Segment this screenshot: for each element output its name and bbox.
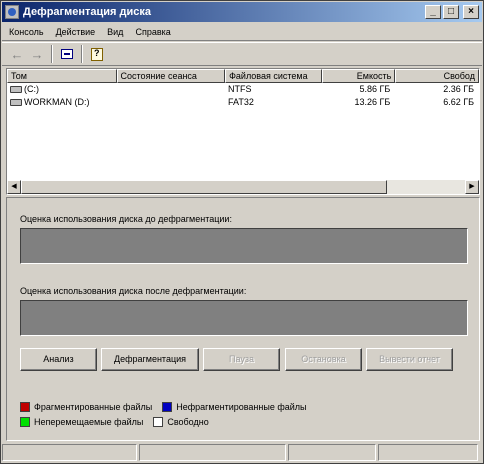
column-free[interactable]: Свобод — [395, 69, 479, 83]
scroll-track[interactable] — [21, 180, 465, 194]
back-arrow-icon[interactable]: ← — [7, 44, 27, 64]
analysis-panel: Оценка использования диска до дефрагмент… — [6, 197, 480, 441]
toolbar-separator — [51, 45, 53, 63]
after-defrag-display — [20, 300, 468, 336]
volume-cell: WORKMAN (D:) — [7, 96, 117, 109]
properties-icon — [91, 47, 103, 61]
fs-cell: FAT32 — [228, 97, 254, 107]
window-title: Дефрагментация диска — [23, 6, 152, 18]
fs-cell: NTFS — [228, 84, 252, 94]
legend-unmovable: Неперемещаемые файлы — [34, 417, 144, 427]
list-item[interactable]: WORKMAN (D:) FAT32 13.26 ГБ 6.62 ГБ — [7, 96, 479, 109]
status-panel — [288, 444, 376, 461]
console-tree-icon — [61, 49, 73, 59]
maximize-button[interactable]: □ — [443, 5, 459, 19]
menu-console[interactable]: Консоль — [2, 27, 50, 37]
scroll-right-icon[interactable]: ▶ — [465, 180, 479, 194]
status-cell — [117, 83, 226, 96]
after-defrag-label: Оценка использования диска после дефрагм… — [20, 286, 247, 296]
menu-bar: Консоль Действие Вид Справка — [2, 23, 482, 41]
defrag-app-icon — [5, 5, 19, 19]
hard-drive-icon — [10, 86, 22, 93]
menu-help[interactable]: Справка — [129, 27, 176, 37]
volume-name: WORKMAN (D:) — [24, 97, 90, 107]
capacity-cell: 5.86 ГБ — [359, 84, 391, 94]
free-cell: 6.62 ГБ — [443, 97, 474, 107]
legend-fragmented: Фрагментированные файлы — [34, 402, 153, 412]
column-volume[interactable]: Том — [7, 69, 117, 83]
free-space-swatch — [153, 417, 164, 427]
legend-row: Неперемещаемые файлы Свободно — [20, 417, 209, 427]
legend-row: Фрагментированные файлы Нефрагментирован… — [20, 402, 307, 412]
analyze-button[interactable]: Анализ — [20, 348, 97, 371]
toolbar-separator — [81, 45, 83, 63]
show-hide-tree-button[interactable] — [57, 44, 77, 64]
hard-drive-icon — [10, 99, 22, 106]
stop-button[interactable]: Остановка — [285, 348, 362, 371]
list-item[interactable]: (C:) NTFS 5.86 ГБ 2.36 ГБ — [7, 83, 479, 96]
close-button[interactable]: × — [463, 5, 479, 19]
status-panel — [378, 444, 478, 461]
title-bar[interactable]: Дефрагментация диска _ □ × — [2, 2, 482, 22]
menu-action[interactable]: Действие — [50, 27, 102, 37]
contiguous-swatch — [162, 402, 173, 412]
horizontal-scrollbar[interactable]: ◀ ▶ — [7, 180, 479, 194]
volume-name: (C:) — [24, 84, 39, 94]
volume-cell: (C:) — [7, 83, 117, 96]
unmovable-swatch — [20, 417, 30, 427]
status-panel — [139, 444, 286, 461]
before-defrag-display — [20, 228, 468, 264]
status-bar — [2, 444, 482, 463]
status-cell — [117, 96, 226, 109]
defrag-window: Дефрагментация диска _ □ × Консоль Дейст… — [0, 0, 484, 464]
volume-list[interactable]: Том Состояние сеанса Файловая система Ем… — [6, 68, 480, 195]
scroll-left-icon[interactable]: ◀ — [7, 180, 21, 194]
menu-view[interactable]: Вид — [101, 27, 129, 37]
column-session-status[interactable]: Состояние сеанса — [116, 69, 226, 83]
column-capacity[interactable]: Емкость — [321, 69, 396, 83]
legend-free: Свободно — [167, 417, 209, 427]
fragmented-swatch — [20, 402, 30, 412]
before-defrag-label: Оценка использования диска до дефрагмент… — [20, 214, 232, 224]
status-panel — [2, 444, 137, 461]
pause-button[interactable]: Пауза — [203, 348, 280, 371]
view-report-button[interactable]: Вывести отчет — [366, 348, 453, 371]
capacity-cell: 13.26 ГБ — [354, 97, 391, 107]
column-file-system[interactable]: Файловая система — [225, 69, 322, 83]
toolbar: ← → — [2, 42, 482, 66]
minimize-button[interactable]: _ — [425, 5, 441, 19]
list-header: Том Состояние сеанса Файловая система Ем… — [7, 69, 479, 83]
free-cell: 2.36 ГБ — [443, 84, 474, 94]
legend-contiguous: Нефрагментированные файлы — [176, 402, 307, 412]
defragment-button[interactable]: Дефрагментация — [101, 348, 199, 371]
scroll-thumb[interactable] — [21, 180, 387, 194]
forward-arrow-icon[interactable]: → — [27, 44, 47, 64]
properties-button[interactable] — [87, 44, 107, 64]
